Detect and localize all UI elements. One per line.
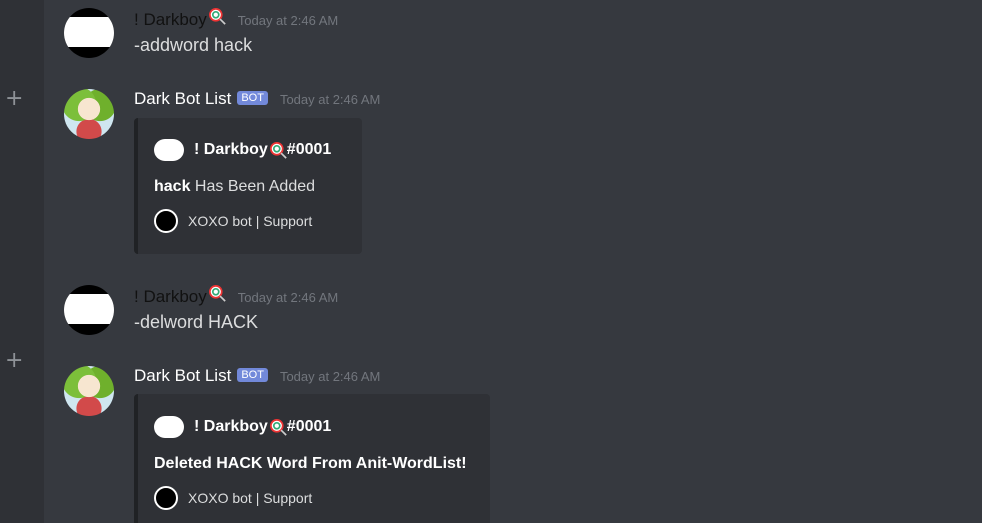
embed-footer-text: XOXO bot | Support (188, 490, 313, 506)
username[interactable]: Dark Bot List (134, 366, 231, 386)
embed-author-name: ! Darkboy (194, 141, 268, 158)
author-avatar (154, 416, 184, 438)
footer-icon (154, 209, 178, 233)
embed-description-bold: hack (154, 178, 191, 195)
message-content: -addword hack (134, 35, 253, 55)
bot-avatar[interactable] (64, 89, 114, 139)
guild-sidebar (0, 0, 44, 523)
lollipop-icon (269, 141, 287, 159)
lollipop-icon (269, 418, 287, 436)
username[interactable]: Dark Bot List (134, 89, 231, 109)
timestamp[interactable]: Today at 2:46 AM (238, 13, 338, 28)
embed-footer: XOXO bot | Support (154, 486, 312, 510)
embed-author: ! Darkboy #0001 (154, 139, 331, 161)
bot-avatar[interactable] (64, 366, 114, 416)
embed-footer-text: XOXO bot | Support (188, 213, 313, 229)
bot-badge: BOT (237, 91, 268, 105)
add-reaction-icon[interactable]: + (5, 86, 23, 111)
embed-description: Deleted HACK Word From Anit-WordList! (154, 455, 467, 473)
embed-footer: XOXO bot | Support (154, 209, 312, 233)
embed-author: ! Darkboy #0001 (154, 416, 331, 438)
username[interactable]: ! Darkboy (134, 287, 207, 307)
message-content: -delword HACK (134, 312, 259, 332)
embed-description: hack Has Been Added (154, 178, 315, 196)
lollipop-icon (208, 8, 226, 25)
username[interactable]: ! Darkboy (134, 10, 207, 30)
embed-author-name: ! Darkboy (194, 418, 268, 435)
embed-description-bold: Deleted HACK Word From Anit-WordList! (154, 455, 467, 472)
timestamp[interactable]: Today at 2:46 AM (280, 92, 380, 107)
avatar[interactable] (64, 8, 114, 58)
timestamp[interactable]: Today at 2:46 AM (280, 369, 380, 384)
embed-author-discriminator: #0001 (286, 418, 332, 435)
bot-badge: BOT (237, 368, 268, 382)
avatar[interactable] (64, 285, 114, 335)
timestamp[interactable]: Today at 2:46 AM (238, 290, 338, 305)
lollipop-icon (208, 285, 226, 302)
embed-author-discriminator: #0001 (286, 141, 332, 158)
embed-description-text: Has Been Added (190, 178, 316, 195)
footer-icon (154, 486, 178, 510)
embed: ! Darkboy #0001 hack Has Been Added XOXO… (134, 118, 362, 254)
add-reaction-icon[interactable]: + (5, 348, 23, 373)
author-avatar (154, 139, 184, 161)
embed: ! Darkboy #0001 Deleted HACK Word From A… (134, 394, 490, 523)
